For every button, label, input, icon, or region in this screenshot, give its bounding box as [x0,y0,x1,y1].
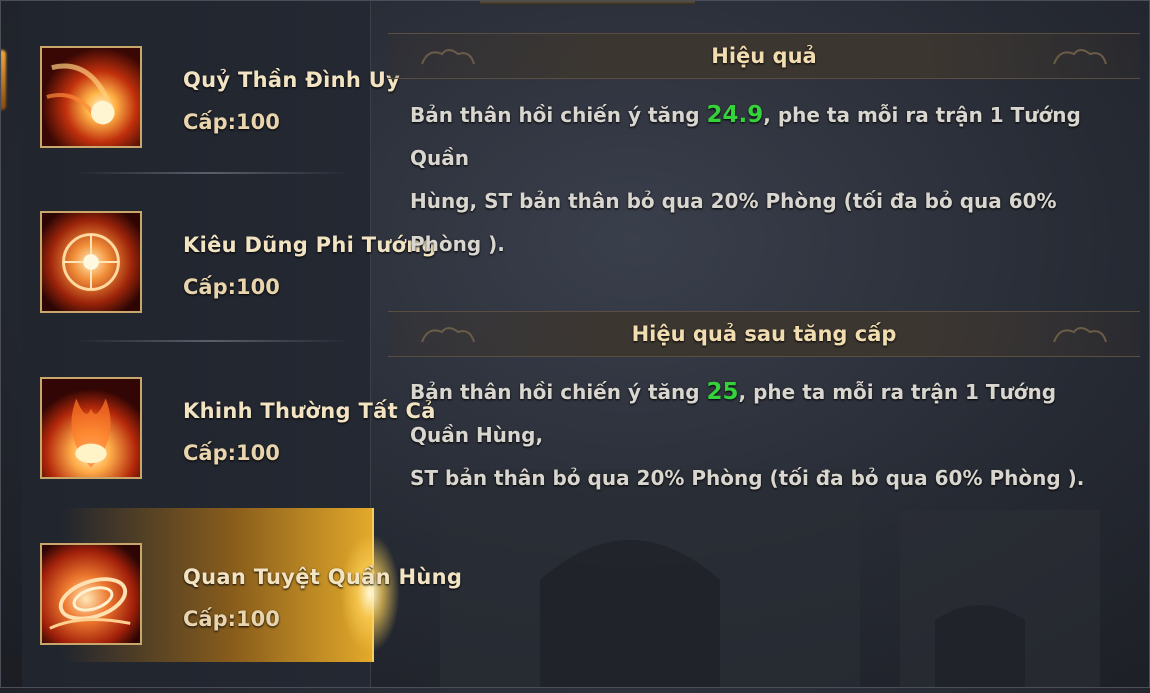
side-glow [0,50,6,110]
cloud-ornament-icon [1053,327,1107,343]
skill-item-3[interactable]: Khinh Thường Tất Cả Cấp:100 [22,377,435,527]
fire-burst-icon [40,377,142,479]
skill-level: Cấp:100 [183,607,280,631]
skill-name: Quan Tuyệt Quần Hùng [183,565,463,589]
effect-value: 24.9 [706,102,764,128]
effect-description: Bản thân hồi chiến ý tăng 24.9, phe ta m… [410,94,1090,266]
selected-flare [340,533,400,653]
fire-sphere-icon [40,211,142,313]
cloud-ornament-icon [1053,49,1107,65]
effect-text-1: Bản thân hồi chiến ý tăng [410,103,707,127]
skill-item-4[interactable]: Quan Tuyệt Quần Hùng Cấp:100 [22,508,462,693]
top-panel-tab [480,0,695,5]
upgrade-value: 25 [706,379,739,405]
fire-orb-icon [40,46,142,148]
skill-name: Kiêu Dũng Phi Tướng [183,233,437,257]
skill-name: Quỷ Thần Đình Uy [183,68,401,92]
list-divider [72,340,352,342]
upgrade-title: Hiệu quả sau tăng cấp [631,322,897,346]
skill-name: Khinh Thường Tất Cả [183,399,436,423]
upgrade-header: Hiệu quả sau tăng cấp [388,311,1140,357]
skill-level: Cấp:100 [183,275,280,299]
skill-level: Cấp:100 [183,110,280,134]
list-divider [72,172,352,174]
effect-text-3: Hùng, ST bản thân bỏ qua 20% Phòng (tối … [410,189,1057,256]
upgrade-description: Bản thân hồi chiến ý tăng 25, phe ta mỗi… [410,371,1090,500]
skill-list: Quỷ Thần Đình Uy Cấp:100 Kiêu Dũng Phi T… [22,0,462,688]
upgrade-text-1: Bản thân hồi chiến ý tăng [410,380,707,404]
fire-spiral-icon [40,543,142,645]
skill-level: Cấp:100 [183,441,280,465]
effect-header: Hiệu quả [388,33,1140,79]
skill-item-2[interactable]: Kiêu Dũng Phi Tướng Cấp:100 [22,211,437,361]
upgrade-text-3: ST bản thân bỏ qua 20% Phòng (tối đa bỏ … [410,466,1085,490]
effect-title: Hiệu quả [711,44,817,68]
